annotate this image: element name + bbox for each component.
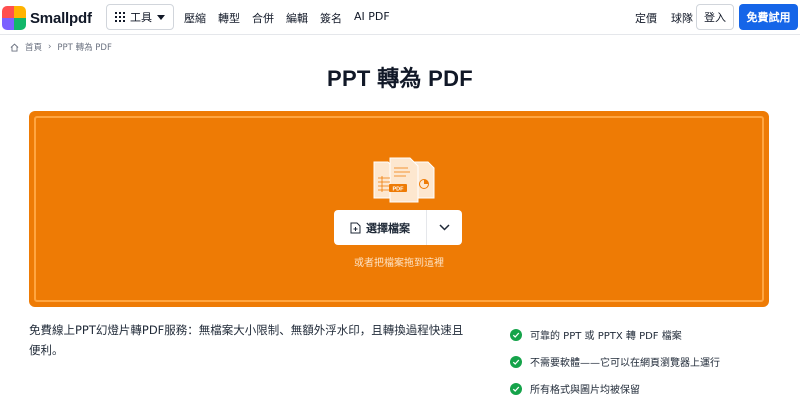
file-plus-icon: [350, 222, 361, 233]
feature-text: 所有格式與圖片均被保留: [530, 385, 640, 396]
choose-file-button[interactable]: 選擇檔案: [334, 210, 426, 245]
right-nav-links: 定價 球隊: [635, 10, 693, 26]
nav-link-ai-pdf[interactable]: AI PDF: [354, 10, 390, 26]
home-icon: [10, 43, 19, 52]
check-icon: [510, 382, 522, 395]
top-navigation: Smallpdf 工具 壓縮 轉型 合併 編輯 簽名 AI PDF 定價 球隊 …: [0, 0, 800, 34]
feature-item: 不需要軟體——它可以在網頁瀏覽器上運行: [510, 348, 720, 375]
check-icon: [510, 328, 522, 341]
chevron-down-icon: [439, 224, 450, 231]
feature-text: 不需要軟體——它可以在網頁瀏覽器上運行: [530, 358, 720, 369]
files-illustration-icon: PDF: [373, 157, 435, 203]
login-button[interactable]: 登入: [696, 4, 734, 30]
choose-file-label: 選擇檔案: [366, 221, 410, 235]
choose-file-control: 選擇檔案: [334, 210, 462, 245]
grid-icon: [115, 12, 125, 22]
nav-link-edit[interactable]: 編輯: [286, 10, 308, 26]
breadcrumb: 首頁 › PPT 轉為 PDF: [10, 41, 112, 53]
breadcrumb-current: PPT 轉為 PDF: [57, 43, 112, 53]
file-dropzone[interactable]: PDF 選擇檔案 或者把檔案拖到這裡: [29, 111, 769, 307]
tool-description: 免費線上PPT幻燈片轉PDF服務：無檔案大小限制、無額外浮水印，且轉換過程快速且…: [29, 323, 464, 357]
nav-link-compress[interactable]: 壓縮: [184, 10, 206, 26]
feature-text: 可靠的 PPT 或 PPTX 轉 PDF 檔案: [530, 331, 682, 342]
feature-list: 可靠的 PPT 或 PPTX 轉 PDF 檔案 不需要軟體——它可以在網頁瀏覽器…: [510, 321, 720, 402]
feature-item: 所有格式與圖片均被保留: [510, 375, 720, 402]
nav-links: 壓縮 轉型 合併 編輯 簽名 AI PDF: [184, 10, 390, 26]
choose-source-dropdown[interactable]: [427, 210, 462, 245]
dropzone-border: PDF 選擇檔案 或者把檔案拖到這裡: [34, 116, 764, 302]
logo-icon: [2, 6, 26, 30]
logo-text: Smallpdf: [30, 9, 92, 27]
tools-menu-button[interactable]: 工具: [106, 4, 174, 30]
nav-link-merge[interactable]: 合併: [252, 10, 274, 26]
page-title: PPT 轉為 PDF: [326, 66, 473, 91]
nav-divider: [0, 34, 800, 35]
breadcrumb-home[interactable]: 首頁: [25, 41, 42, 53]
tools-label: 工具: [130, 11, 152, 24]
check-icon: [510, 355, 522, 368]
nav-link-teams[interactable]: 球隊: [671, 10, 693, 26]
nav-link-sign[interactable]: 簽名: [320, 10, 342, 26]
nav-link-pricing[interactable]: 定價: [635, 10, 657, 26]
logo[interactable]: Smallpdf: [2, 6, 92, 30]
free-trial-button[interactable]: 免費試用: [739, 4, 798, 30]
caret-down-icon: [157, 14, 165, 20]
nav-link-convert[interactable]: 轉型: [218, 10, 240, 26]
drop-hint: 或者把檔案拖到這裡: [354, 258, 444, 269]
breadcrumb-separator: ›: [48, 42, 52, 52]
feature-item: 可靠的 PPT 或 PPTX 轉 PDF 檔案: [510, 321, 720, 348]
illustration-pdf-badge: PDF: [393, 186, 405, 192]
